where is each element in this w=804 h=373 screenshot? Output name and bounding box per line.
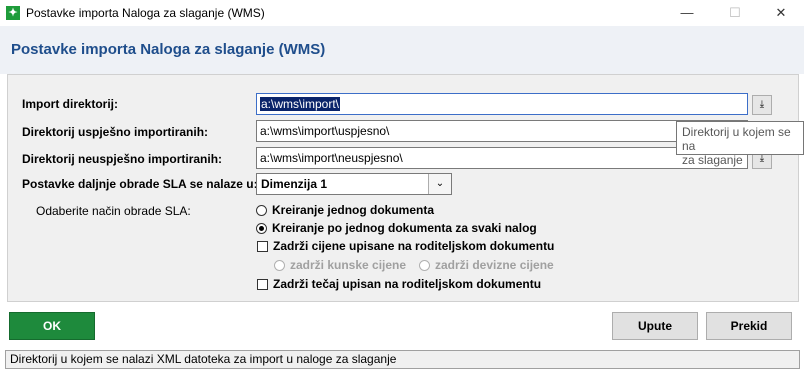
tooltip: Direktorij u kojem se na za slaganje — [676, 121, 804, 167]
radio-icon — [419, 260, 430, 271]
success-dir-label: Direktorij uspješno importiranih: — [22, 125, 209, 139]
tooltip-line-1: Direktorij u kojem se na — [682, 125, 791, 153]
status-bar: Direktorij u kojem se nalazi XML datotek… — [5, 350, 800, 369]
download-icon[interactable]: ⤓ — [752, 95, 772, 115]
instructions-button[interactable]: Upute — [612, 312, 698, 340]
ok-button[interactable]: OK — [9, 312, 95, 340]
radio-icon — [274, 260, 285, 271]
keep-kuna-radio[interactable]: zadrži kunske cijene — [274, 258, 406, 272]
checkbox-icon — [257, 279, 268, 290]
app-icon: ✦ — [6, 6, 20, 20]
import-dir-input[interactable]: a:\wms\import\ — [256, 93, 748, 115]
fail-dir-input[interactable]: a:\wms\import\neuspjesno\ — [256, 147, 748, 169]
fail-dir-label: Direktorij neuspješno importiranih: — [22, 152, 223, 166]
tooltip-line-2: za slaganje — [682, 153, 743, 167]
maximize-icon[interactable]: ☐ — [712, 0, 758, 26]
sla-option-single[interactable]: Kreiranje jednog dokumenta — [256, 203, 434, 217]
keep-foreign-radio[interactable]: zadrži devizne cijene — [419, 258, 554, 272]
success-dir-input[interactable]: a:\wms\import\uspjesno\ — [256, 120, 748, 142]
sla-settings-label: Postavke daljnje obrade SLA se nalaze u: — [22, 177, 258, 191]
sla-mode-label: Odaberite način obrade SLA: — [36, 204, 191, 218]
checkbox-icon — [257, 241, 268, 252]
radio-checked-icon — [256, 223, 267, 234]
dialog-header: Postavke importa Naloga za slaganje (WMS… — [0, 26, 804, 74]
chevron-down-icon[interactable]: ⌄ — [428, 174, 451, 194]
page-title: Postavke importa Naloga za slaganje (WMS… — [11, 41, 326, 58]
import-dir-value: a:\wms\import\ — [260, 97, 341, 111]
sla-option-per-order[interactable]: Kreiranje po jednog dokumenta za svaki n… — [256, 221, 537, 235]
title-bar: ✦ Postavke importa Naloga za slaganje (W… — [0, 0, 804, 26]
import-dir-label: Import direktorij: — [22, 97, 119, 111]
sla-settings-value: Dimenzija 1 — [261, 177, 328, 191]
radio-icon — [256, 205, 267, 216]
keep-prices-checkbox[interactable]: Zadrži cijene upisane na roditeljskom do… — [257, 239, 554, 253]
keep-rate-checkbox[interactable]: Zadrži tečaj upisan na roditeljskom doku… — [257, 277, 541, 291]
window-title: Postavke importa Naloga za slaganje (WMS… — [26, 6, 265, 20]
minimize-icon[interactable]: — — [664, 0, 710, 26]
sla-settings-select[interactable]: Dimenzija 1 ⌄ — [256, 173, 452, 195]
cancel-button[interactable]: Prekid — [706, 312, 792, 340]
close-icon[interactable]: ✕ — [758, 0, 804, 26]
